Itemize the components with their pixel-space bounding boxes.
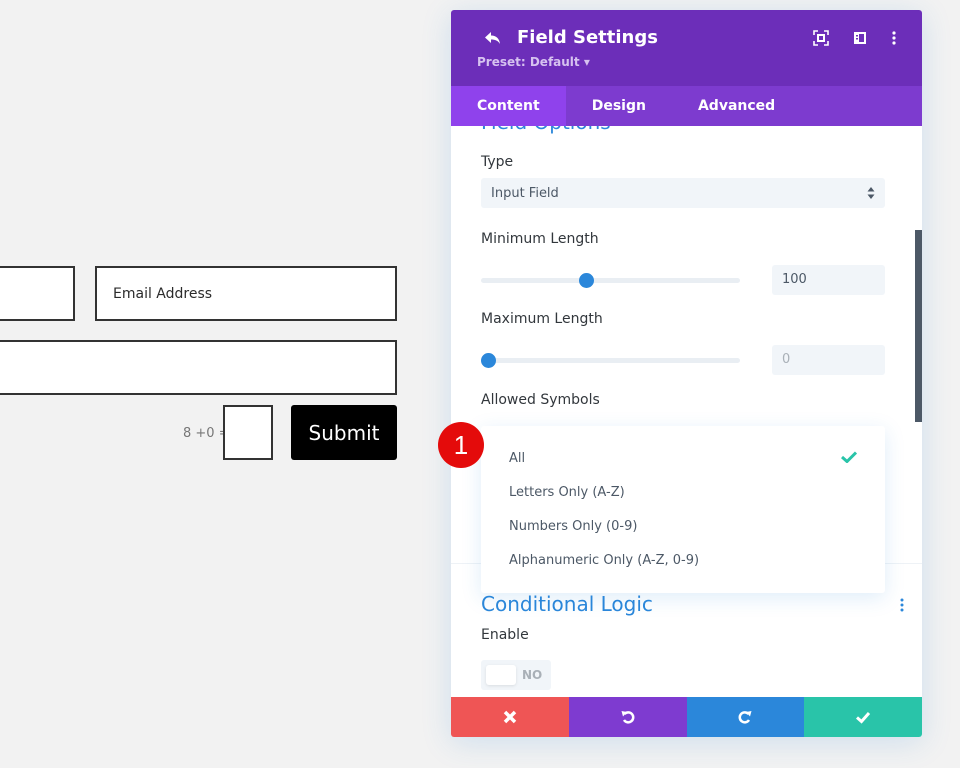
captcha-input[interactable] bbox=[223, 405, 273, 460]
max-length-label: Maximum Length bbox=[481, 311, 603, 327]
enable-toggle[interactable]: NO bbox=[481, 660, 551, 690]
more-options-icon[interactable] bbox=[886, 30, 902, 46]
min-length-value: 100 bbox=[782, 272, 807, 287]
min-length-slider-handle[interactable] bbox=[578, 273, 594, 288]
cancel-button[interactable] bbox=[451, 697, 569, 737]
max-length-input[interactable]: 0 bbox=[772, 345, 885, 375]
close-icon bbox=[503, 710, 517, 724]
min-length-label: Minimum Length bbox=[481, 231, 599, 247]
submit-button[interactable]: Submit bbox=[291, 405, 397, 460]
name-field[interactable] bbox=[0, 266, 75, 321]
split-view-icon[interactable] bbox=[852, 30, 868, 46]
enable-label: Enable bbox=[481, 627, 529, 643]
panel-content: Field Options Type Input Field Minimum L… bbox=[451, 126, 922, 697]
option-alphanumeric-only[interactable]: Alphanumeric Only (A-Z, 0-9) bbox=[509, 553, 699, 568]
min-length-slider[interactable] bbox=[481, 273, 740, 288]
undo-button[interactable] bbox=[568, 697, 687, 737]
back-arrow-icon[interactable] bbox=[483, 28, 503, 48]
max-length-slider[interactable] bbox=[481, 353, 740, 368]
option-letters-only[interactable]: Letters Only (A-Z) bbox=[509, 485, 625, 500]
section-title-conditional-logic[interactable]: Conditional Logic bbox=[481, 592, 653, 616]
email-placeholder: Email Address bbox=[113, 286, 213, 302]
toggle-knob bbox=[486, 665, 516, 685]
panel-title: Field Settings bbox=[517, 27, 658, 48]
field-settings-panel: Field Settings Preset: Default ▾ Content… bbox=[451, 10, 922, 737]
panel-footer bbox=[451, 697, 922, 737]
type-select-value: Input Field bbox=[491, 186, 559, 201]
type-select[interactable]: Input Field bbox=[481, 178, 885, 208]
option-numbers-only[interactable]: Numbers Only (0-9) bbox=[509, 519, 637, 534]
expand-icon[interactable] bbox=[813, 30, 829, 46]
tab-advanced[interactable]: Advanced bbox=[672, 86, 801, 126]
message-field[interactable] bbox=[0, 340, 397, 395]
redo-icon bbox=[738, 711, 752, 724]
tab-content[interactable]: Content bbox=[451, 86, 566, 126]
section-menu-icon[interactable] bbox=[900, 598, 904, 612]
undo-icon bbox=[621, 711, 635, 724]
select-arrows-icon bbox=[867, 187, 875, 199]
save-button[interactable] bbox=[804, 697, 922, 737]
preset-dropdown[interactable]: Preset: Default ▾ bbox=[477, 55, 590, 69]
checkmark-icon bbox=[856, 712, 871, 724]
redo-button[interactable] bbox=[686, 697, 805, 737]
toggle-state: NO bbox=[522, 668, 543, 682]
panel-header: Field Settings Preset: Default ▾ bbox=[451, 10, 922, 86]
section-title-field-options[interactable]: Field Options bbox=[481, 126, 611, 134]
checkmark-icon bbox=[841, 451, 857, 463]
tab-design[interactable]: Design bbox=[566, 86, 672, 126]
allowed-symbols-label: Allowed Symbols bbox=[481, 392, 600, 408]
allowed-symbols-dropdown: All Letters Only (A-Z) Numbers Only (0-9… bbox=[481, 426, 885, 593]
step-badge: 1 bbox=[438, 422, 484, 468]
option-all[interactable]: All bbox=[509, 451, 525, 466]
max-length-slider-handle[interactable] bbox=[481, 353, 496, 368]
type-label: Type bbox=[481, 154, 514, 170]
panel-scrollbar[interactable] bbox=[915, 230, 922, 422]
max-length-value: 0 bbox=[782, 352, 791, 367]
min-length-input[interactable]: 100 bbox=[772, 265, 885, 295]
email-field[interactable]: Email Address bbox=[95, 266, 397, 321]
tab-bar: Content Design Advanced bbox=[451, 86, 922, 126]
